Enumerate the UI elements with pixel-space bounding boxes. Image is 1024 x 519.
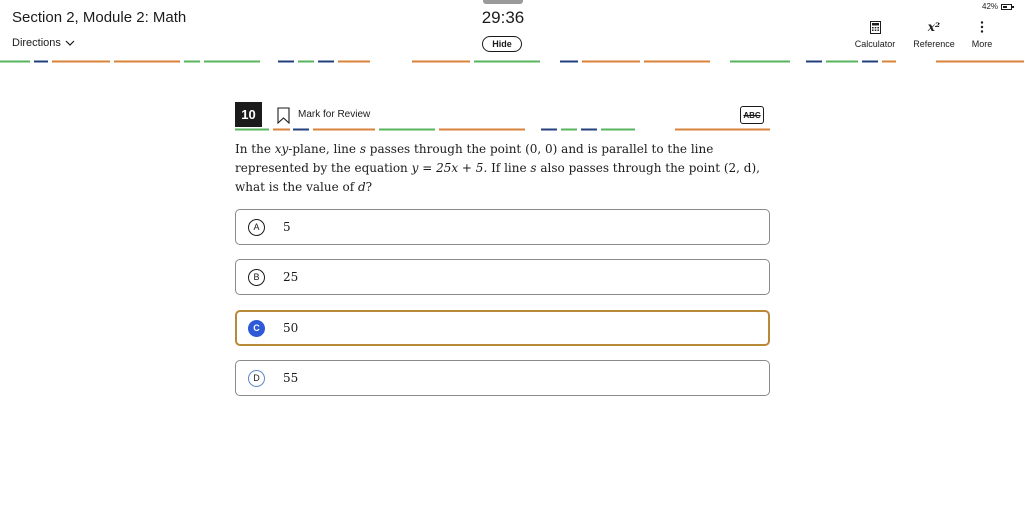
answer-choice-b[interactable]: B 25 — [235, 259, 770, 295]
abc-label: ABC — [743, 110, 761, 120]
hide-timer-button[interactable]: Hide — [482, 36, 522, 52]
bookmark-icon[interactable] — [277, 107, 290, 124]
reference-icon: x² — [927, 20, 941, 34]
reference-label: Reference — [913, 39, 955, 49]
choice-letter-a: A — [248, 218, 265, 236]
battery-status: 42% — [982, 2, 1015, 11]
more-button[interactable]: More — [964, 18, 1000, 49]
timer-handle — [483, 0, 523, 4]
choice-value-c: 50 — [283, 321, 299, 335]
chevron-down-icon — [65, 40, 75, 46]
choice-value-b: 25 — [283, 270, 299, 284]
section-title: Section 2, Module 2: Math — [12, 9, 187, 26]
more-label: More — [971, 39, 993, 49]
reference-button[interactable]: x² Reference — [908, 18, 960, 49]
header-divider — [0, 60, 1024, 63]
timer: 29:36 — [481, 8, 525, 27]
choice-letter-c: C — [248, 319, 265, 337]
battery-icon — [1001, 3, 1015, 10]
mark-for-review[interactable]: Mark for Review — [298, 109, 370, 120]
eliminate-answers-button[interactable]: ABC — [740, 106, 764, 124]
answer-choice-a[interactable]: A 5 — [235, 209, 770, 245]
directions-toggle[interactable]: Directions — [12, 37, 75, 49]
choice-value-d: 55 — [283, 371, 299, 385]
directions-label: Directions — [12, 37, 61, 49]
calculator-label: Calculator — [854, 39, 896, 49]
calculator-icon — [869, 20, 881, 34]
question-divider — [235, 128, 770, 131]
choice-letter-b: B — [248, 268, 265, 286]
question-number: 10 — [235, 102, 262, 127]
calculator-button[interactable]: Calculator — [848, 18, 902, 49]
question-stem: In the xy-plane, line s passes through t… — [235, 142, 760, 194]
battery-percent: 42% — [982, 2, 999, 11]
answer-choice-c[interactable]: C 50 — [235, 310, 770, 346]
more-vertical-icon — [980, 21, 984, 33]
choice-value-a: 5 — [283, 220, 291, 234]
choice-letter-d: D — [248, 369, 265, 387]
answer-choice-d[interactable]: D 55 — [235, 360, 770, 396]
